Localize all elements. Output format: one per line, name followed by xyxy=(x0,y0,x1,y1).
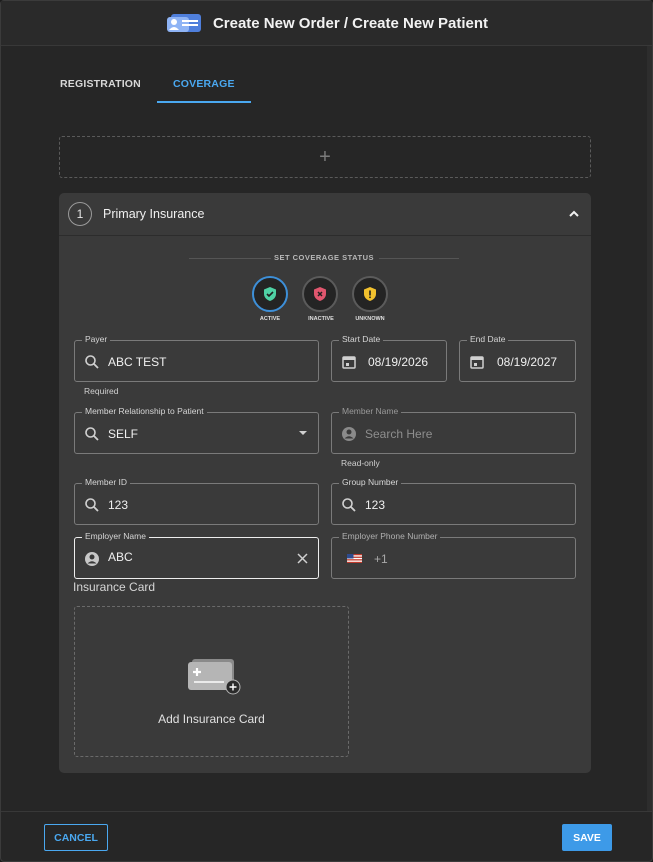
member-id-field[interactable]: Member ID 123 xyxy=(74,477,319,525)
chevron-up-icon[interactable] xyxy=(567,207,581,221)
clear-icon[interactable] xyxy=(297,553,308,564)
group-number-label: Group Number xyxy=(339,477,402,487)
employer-phone-prefix: +1 xyxy=(374,552,388,566)
employer-phone-field[interactable]: Employer Phone Number +1 xyxy=(331,531,576,579)
relationship-select[interactable]: Member Relationship to Patient SELF xyxy=(74,406,319,454)
payer-field[interactable]: Payer ABC TEST xyxy=(74,334,319,382)
tab-bar: REGISTRATION COVERAGE xyxy=(44,65,251,103)
member-name-input[interactable] xyxy=(365,425,515,443)
search-icon xyxy=(85,498,99,512)
member-id-label: Member ID xyxy=(82,477,131,487)
save-button[interactable]: SAVE xyxy=(562,824,612,851)
user-icon xyxy=(342,427,356,441)
employer-name-value: ABC xyxy=(108,550,133,564)
panel-header[interactable]: 1 Primary Insurance xyxy=(59,193,591,236)
end-date-value: 08/19/2027 xyxy=(497,355,558,369)
status-unknown-label: UNKNOWN xyxy=(355,316,385,322)
primary-insurance-panel: 1 Primary Insurance SET COVERAGE STATUS xyxy=(59,193,591,773)
insurance-card-label: Insurance Card xyxy=(73,580,156,594)
tab-coverage[interactable]: COVERAGE xyxy=(156,65,251,103)
user-icon xyxy=(85,552,99,566)
dialog-footer: CANCEL SAVE xyxy=(1,811,652,861)
insurance-card-icon xyxy=(188,659,241,695)
calendar-icon xyxy=(342,356,356,369)
employer-name-field[interactable]: Employer Name ABC xyxy=(74,531,319,579)
member-name-field[interactable]: Member Name xyxy=(331,406,576,454)
member-id-value: 123 xyxy=(108,498,129,512)
shield-x-icon xyxy=(314,287,326,301)
employer-name-label: Employer Name xyxy=(82,531,149,541)
us-flag-icon[interactable] xyxy=(347,554,362,563)
member-name-label: Member Name xyxy=(339,406,402,416)
relationship-label: Member Relationship to Patient xyxy=(82,406,207,416)
cancel-button[interactable]: CANCEL xyxy=(44,824,108,851)
search-icon xyxy=(85,427,99,441)
status-active-button[interactable] xyxy=(252,276,288,312)
end-date-label: End Date xyxy=(467,334,509,344)
panel-title: Primary Insurance xyxy=(103,207,205,221)
group-number-value: 123 xyxy=(365,498,386,512)
payer-helper: Required xyxy=(84,386,119,396)
group-number-field[interactable]: Group Number 123 xyxy=(331,477,576,525)
employer-phone-label: Employer Phone Number xyxy=(339,531,441,541)
patient-card-icon xyxy=(165,11,205,35)
coverage-status-heading: SET COVERAGE STATUS xyxy=(273,253,375,262)
shield-check-icon xyxy=(264,287,276,301)
add-insurance-card-text: Add Insurance Card xyxy=(158,712,265,726)
status-inactive-button[interactable] xyxy=(302,276,338,312)
caret-down-icon[interactable] xyxy=(298,430,308,436)
dialog-header: Create New Order / Create New Patient xyxy=(1,1,652,46)
payer-value: ABC TEST xyxy=(108,355,167,369)
add-insurance-card-dropzone[interactable]: Add Insurance Card xyxy=(74,606,349,757)
status-active-label: ACTIVE xyxy=(259,316,281,322)
start-date-value: 08/19/2026 xyxy=(368,355,429,369)
scrollbar[interactable] xyxy=(647,46,652,811)
start-date-label: Start Date xyxy=(339,334,384,344)
shield-alert-icon xyxy=(364,287,376,301)
status-inactive-label: INACTIVE xyxy=(308,316,334,322)
calendar-icon xyxy=(470,356,484,369)
end-date-field[interactable]: End Date 08/19/2027 xyxy=(459,334,576,382)
member-name-helper: Read-only xyxy=(341,458,380,468)
payer-label: Payer xyxy=(82,334,111,344)
search-icon xyxy=(85,355,99,369)
step-number: 1 xyxy=(68,202,92,226)
relationship-value: SELF xyxy=(108,427,139,441)
tab-registration[interactable]: REGISTRATION xyxy=(44,65,157,103)
status-unknown-button[interactable] xyxy=(352,276,388,312)
add-coverage-button[interactable]: + xyxy=(59,136,591,178)
start-date-field[interactable]: Start Date 08/19/2026 xyxy=(331,334,447,382)
dialog-title: Create New Order / Create New Patient xyxy=(212,14,489,32)
search-icon xyxy=(342,498,356,512)
plus-icon: + xyxy=(319,145,331,168)
create-order-dialog: Create New Order / Create New Patient RE… xyxy=(0,0,653,862)
